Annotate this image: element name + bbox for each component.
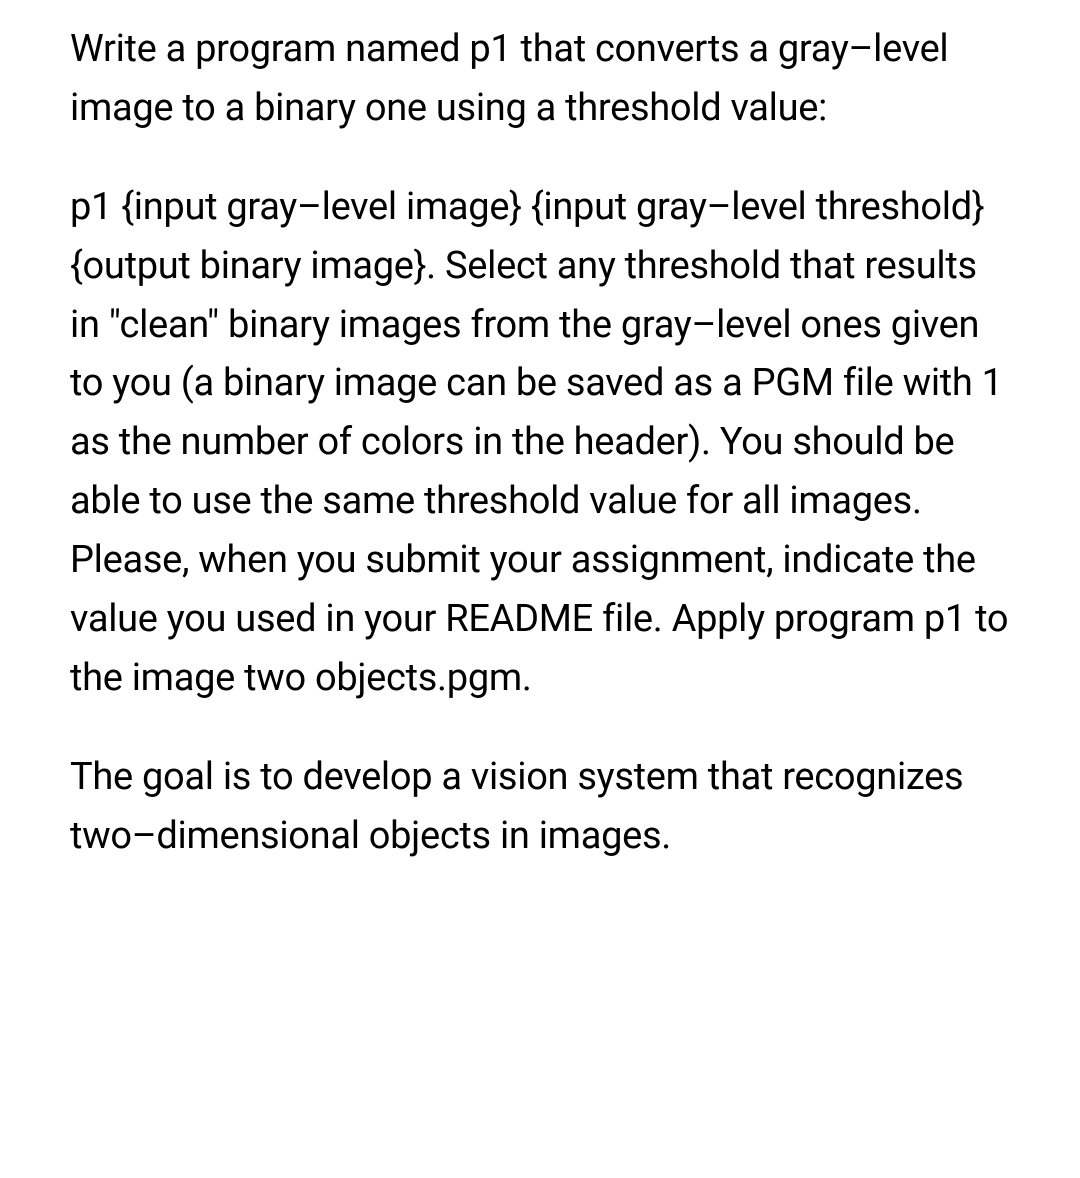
paragraph-1: Write a program named p1 that converts a… [70,20,1010,138]
paragraph-3: The goal is to develop a vision system t… [70,748,1010,866]
document-content: Write a program named p1 that converts a… [70,20,1010,866]
paragraph-2: p1 {input gray–level image} {input gray–… [70,178,1010,708]
